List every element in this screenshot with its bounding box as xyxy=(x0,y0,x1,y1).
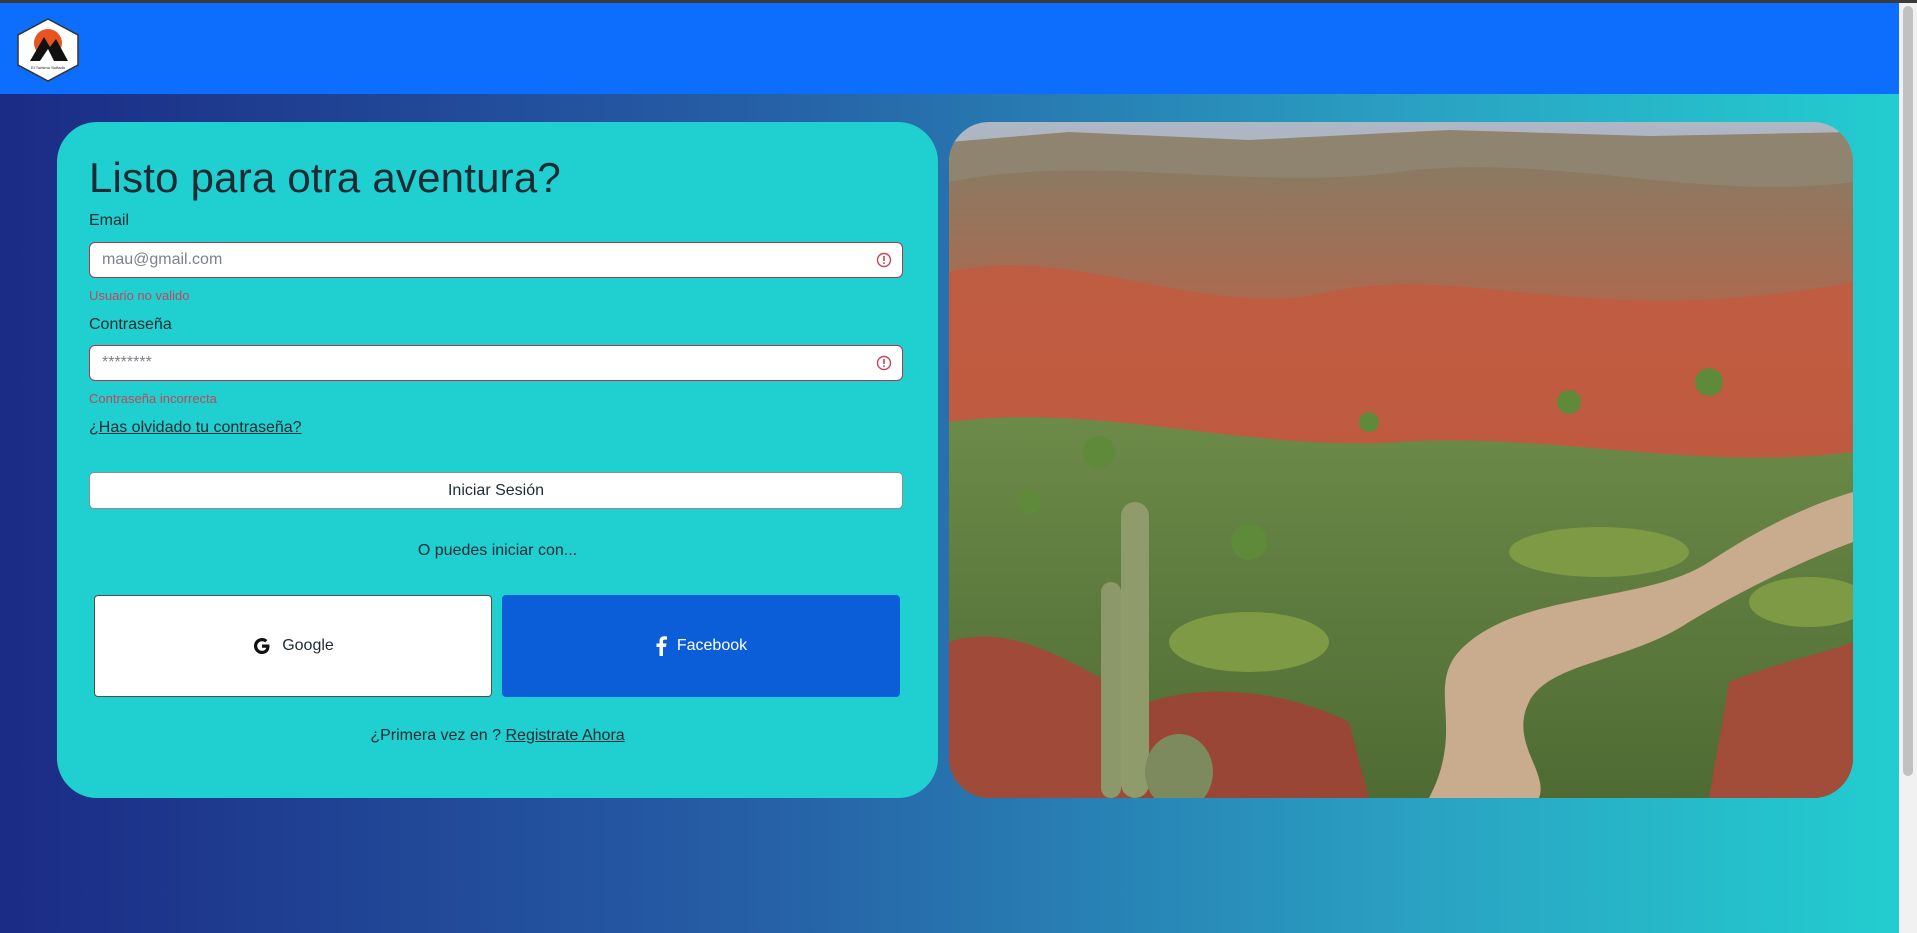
register-link[interactable]: Registrate Ahora xyxy=(505,727,624,744)
error-icon xyxy=(876,355,892,371)
email-input[interactable] xyxy=(90,243,872,277)
register-prompt-text: ¿Primera vez en ? xyxy=(370,727,502,744)
password-input[interactable] xyxy=(90,346,872,380)
facebook-icon xyxy=(656,636,667,656)
navbar: El Turismo Soñado xyxy=(0,3,1899,94)
google-login-button[interactable]: Google xyxy=(94,595,492,697)
svg-text:El Turismo Soñado: El Turismo Soñado xyxy=(31,65,66,70)
error-icon xyxy=(876,252,892,268)
google-label: Google xyxy=(282,637,334,654)
register-prompt: ¿Primera vez en ? Registrate Ahora xyxy=(57,727,938,745)
mountain-logo-icon[interactable]: El Turismo Soñado xyxy=(14,17,82,83)
forgot-password-link[interactable]: ¿Has olvidado tu contraseña? xyxy=(89,419,302,437)
login-card: Listo para otra aventura? Email Usuario … xyxy=(57,122,938,798)
login-title: Listo para otra aventura? xyxy=(89,154,561,201)
google-icon xyxy=(254,638,270,654)
password-field-wrapper xyxy=(89,345,903,381)
facebook-login-button[interactable]: Facebook xyxy=(502,595,900,697)
password-error-text: Contraseña incorrecta xyxy=(89,391,217,406)
email-field-wrapper xyxy=(89,242,903,278)
landscape-illustration xyxy=(949,122,1853,798)
alt-login-text: O puedes iniciar con... xyxy=(417,542,578,559)
scrollbar-thumb[interactable] xyxy=(1903,6,1913,776)
email-error-text: Usuario no valido xyxy=(89,288,190,303)
page-scrollbar[interactable] xyxy=(1899,3,1917,933)
landscape-photo xyxy=(949,122,1853,798)
facebook-label: Facebook xyxy=(676,637,748,654)
email-label: Email xyxy=(89,212,130,229)
login-button[interactable]: Iniciar Sesión xyxy=(89,472,903,509)
password-label: Contraseña xyxy=(89,316,172,333)
